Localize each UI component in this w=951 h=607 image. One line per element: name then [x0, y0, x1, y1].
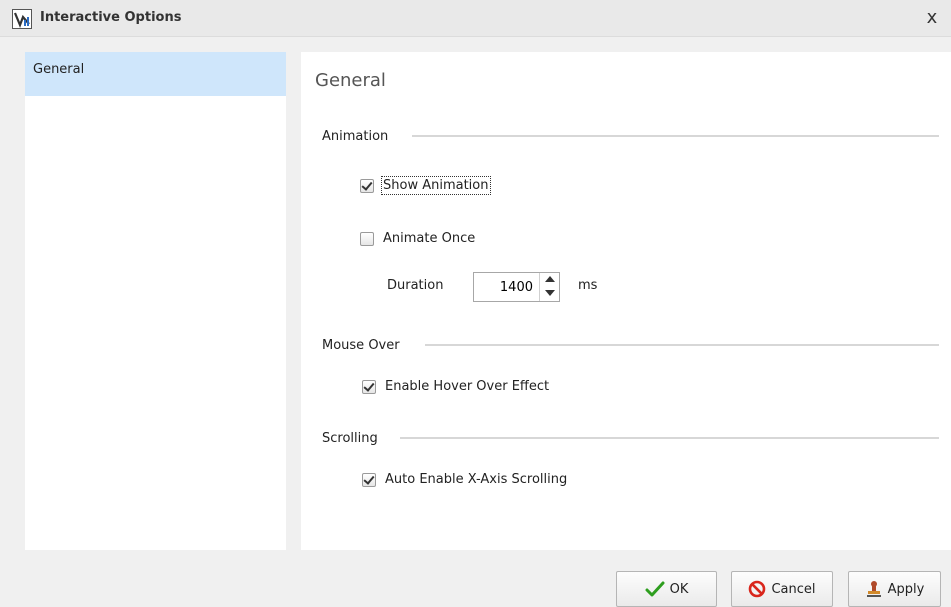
apply-button[interactable]: Apply [848, 571, 941, 607]
stepper-down-icon[interactable] [540, 287, 560, 301]
duration-label: Duration [387, 278, 444, 293]
auto-scroll-option[interactable]: Auto Enable X-Axis Scrolling [362, 472, 567, 487]
animation-group-divider [412, 135, 939, 137]
stamp-icon [866, 581, 881, 597]
stepper-up-icon[interactable] [540, 273, 560, 287]
show-animation-checkbox[interactable] [360, 178, 374, 193]
window-title: Interactive Options [40, 10, 182, 25]
auto-scroll-label: Auto Enable X-Axis Scrolling [385, 472, 568, 487]
duration-stepper[interactable] [473, 272, 560, 302]
chart-app-icon [12, 9, 32, 29]
checkmark-icon [645, 581, 665, 597]
hover-effect-checkbox[interactable] [362, 379, 376, 394]
title-bar: Interactive Options x [0, 0, 951, 37]
scrolling-group-divider [400, 437, 939, 439]
ok-button[interactable]: OK [616, 571, 717, 607]
ok-button-label: OK [669, 581, 689, 597]
animate-once-option[interactable]: Animate Once [360, 231, 475, 246]
panel-title: General [315, 70, 386, 91]
show-animation-option[interactable]: Show Animation [360, 176, 491, 195]
sidebar-item-general[interactable]: General [25, 52, 286, 96]
stepper-buttons [539, 273, 559, 301]
no-entry-icon [749, 580, 766, 598]
scrolling-group-title: Scrolling [322, 431, 378, 446]
duration-unit-label: ms [578, 278, 598, 293]
close-button[interactable]: x [923, 7, 941, 29]
apply-button-label: Apply [887, 581, 925, 597]
hover-effect-label: Enable Hover Over Effect [385, 379, 550, 394]
mouse-over-group-title: Mouse Over [322, 338, 400, 353]
sidebar: General [25, 52, 286, 550]
duration-input[interactable] [475, 274, 537, 300]
animate-once-checkbox[interactable] [360, 231, 374, 246]
auto-scroll-checkbox[interactable] [362, 472, 376, 487]
animate-once-label: Animate Once [383, 231, 476, 246]
show-animation-label: Show Animation [381, 176, 491, 195]
mouse-over-group-divider [425, 344, 939, 346]
animation-group-title: Animation [322, 129, 389, 144]
cancel-button-label: Cancel [771, 581, 816, 597]
hover-effect-option[interactable]: Enable Hover Over Effect [362, 379, 549, 394]
cancel-button[interactable]: Cancel [731, 571, 833, 607]
options-panel: General Animation Show Animation Animate… [301, 52, 951, 550]
